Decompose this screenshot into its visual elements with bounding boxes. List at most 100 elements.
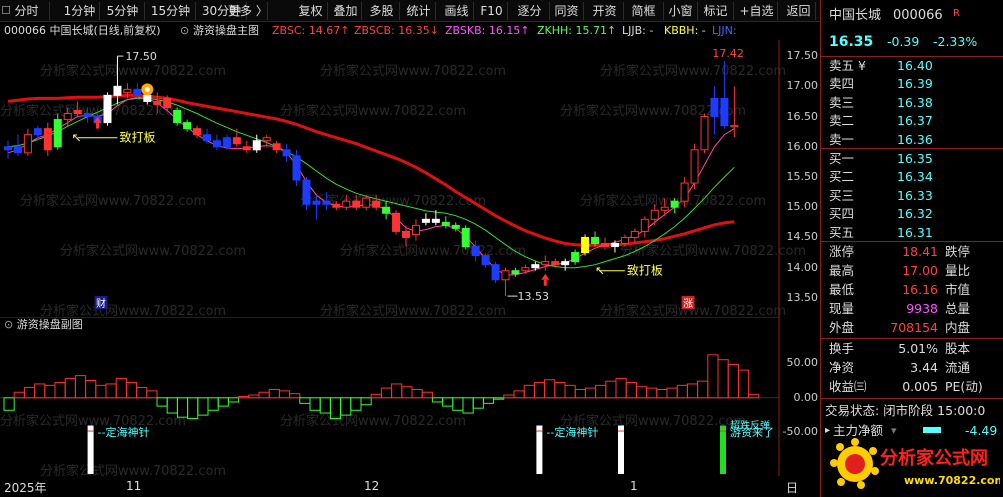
candle[interactable] [173,107,182,126]
low-label: 13.53 [518,290,550,303]
toolbar-3[interactable]: 15分钟 [146,2,196,20]
toolbar-17[interactable]: 标记 [698,2,734,20]
candle[interactable] [252,134,261,153]
indicator-name[interactable]: 游资操盘主图 [193,22,259,40]
toolbar-14[interactable]: 开资 [586,2,624,20]
candle[interactable] [23,128,32,156]
candle[interactable] [680,177,689,208]
candle[interactable] [103,92,112,126]
sub-bar [748,393,760,399]
toolbar-13[interactable]: 同资 [550,2,584,20]
toolbar-6[interactable]: 复权 [294,2,328,20]
candle[interactable] [342,195,351,211]
candle[interactable] [501,267,510,297]
candle[interactable] [700,113,709,153]
toolbar-18[interactable]: +自选 [736,2,778,20]
candle[interactable] [481,252,490,268]
candle[interactable] [332,201,341,211]
candle[interactable] [382,201,391,220]
toolbar-2[interactable]: 5分钟 [101,2,145,20]
candle[interactable] [411,219,420,241]
candle[interactable] [312,195,321,220]
toolbar-11[interactable]: F10 [476,2,508,20]
candle[interactable] [372,195,381,211]
candle[interactable] [581,234,590,256]
candle[interactable] [352,195,361,211]
toolbar-12[interactable]: 逐分 [510,2,550,20]
toolbar-5[interactable]: 更多 〉 [228,2,268,20]
candle[interactable] [232,128,241,147]
sub-bar [329,397,342,420]
candle[interactable] [83,107,92,123]
sub-indicator-icon[interactable]: ⊙ [4,318,13,331]
sub-bar [3,397,15,411]
candle[interactable] [53,113,62,150]
candle[interactable] [601,237,609,250]
ask-price: 16.36 [897,131,933,147]
candle[interactable] [541,255,550,271]
candle[interactable] [531,261,540,271]
candle-body [700,116,709,151]
candle[interactable] [471,240,480,262]
sub-bar [635,386,648,399]
candle[interactable] [242,140,251,153]
candle[interactable] [640,216,649,238]
candle[interactable] [73,101,82,117]
candle-body [581,236,590,254]
candle-body [203,134,211,142]
stat-value: 18.41 [902,244,938,259]
toolbar-8[interactable]: 多股 [364,2,400,20]
sub-bar [309,397,321,411]
bid-price: 16.33 [897,187,933,203]
candle[interactable] [650,204,659,226]
toolbar-19[interactable]: 返回 [782,2,816,20]
candle[interactable] [272,140,281,153]
candle-body [630,230,639,238]
candle[interactable] [690,143,699,190]
candle[interactable] [521,264,530,274]
candle-body [252,140,261,151]
candle[interactable] [491,261,500,283]
toolbar-10[interactable]: 画线 [440,2,474,20]
sub-indicator-name[interactable]: 游资操盘副图 [17,318,83,331]
candle[interactable] [183,119,192,132]
toolbar-9[interactable]: 统计 [402,2,436,20]
candle-body [591,236,600,244]
candle[interactable] [461,225,470,250]
candle[interactable] [322,192,331,211]
candle[interactable] [730,86,739,138]
candle[interactable] [610,240,619,253]
toolbar-7[interactable]: 叠加 [330,2,362,20]
candle[interactable] [660,198,669,217]
candle[interactable] [282,143,291,162]
toolbar-1[interactable]: 1分钟 [60,2,100,20]
stat-key: 外盘 [829,320,855,335]
toolbar-grid-icon[interactable] [2,6,10,14]
stat2-value: 3.44 [910,360,938,375]
candle[interactable] [262,134,271,147]
toolbar-15[interactable]: 简框 [624,2,664,20]
candle[interactable] [670,198,679,214]
toolbar-16[interactable]: 小窗 [664,2,698,20]
sub-bar-chart[interactable]: --定海神针 --定海神针 游资来了超跌反弹 [0,318,780,476]
candle[interactable] [392,210,401,235]
y-tick-sub: 50.00 [786,356,819,370]
candle[interactable] [421,213,430,226]
candle[interactable] [571,249,580,265]
candle-body [222,137,231,148]
candle[interactable] [4,140,12,159]
sub-bar [115,377,127,399]
stat-key: 最高 [829,263,855,278]
candle[interactable] [212,134,221,150]
candle[interactable] [561,258,570,271]
indicator-dropdown-icon[interactable]: ⊙ [180,22,189,40]
candle[interactable] [43,122,52,156]
main-candlestick-chart[interactable]: 17.50 13.53 17.42 ↖ 致打板 ↖ 致打板财 涨 [0,40,780,318]
signal-bar [720,425,726,474]
candle[interactable] [63,107,72,126]
candle[interactable] [710,86,719,135]
signal-text-jcbd: 超跌反弹 [730,419,770,432]
toolbar-0[interactable]: 分时 [4,2,50,20]
candle[interactable] [302,177,311,211]
candle[interactable] [720,60,729,129]
